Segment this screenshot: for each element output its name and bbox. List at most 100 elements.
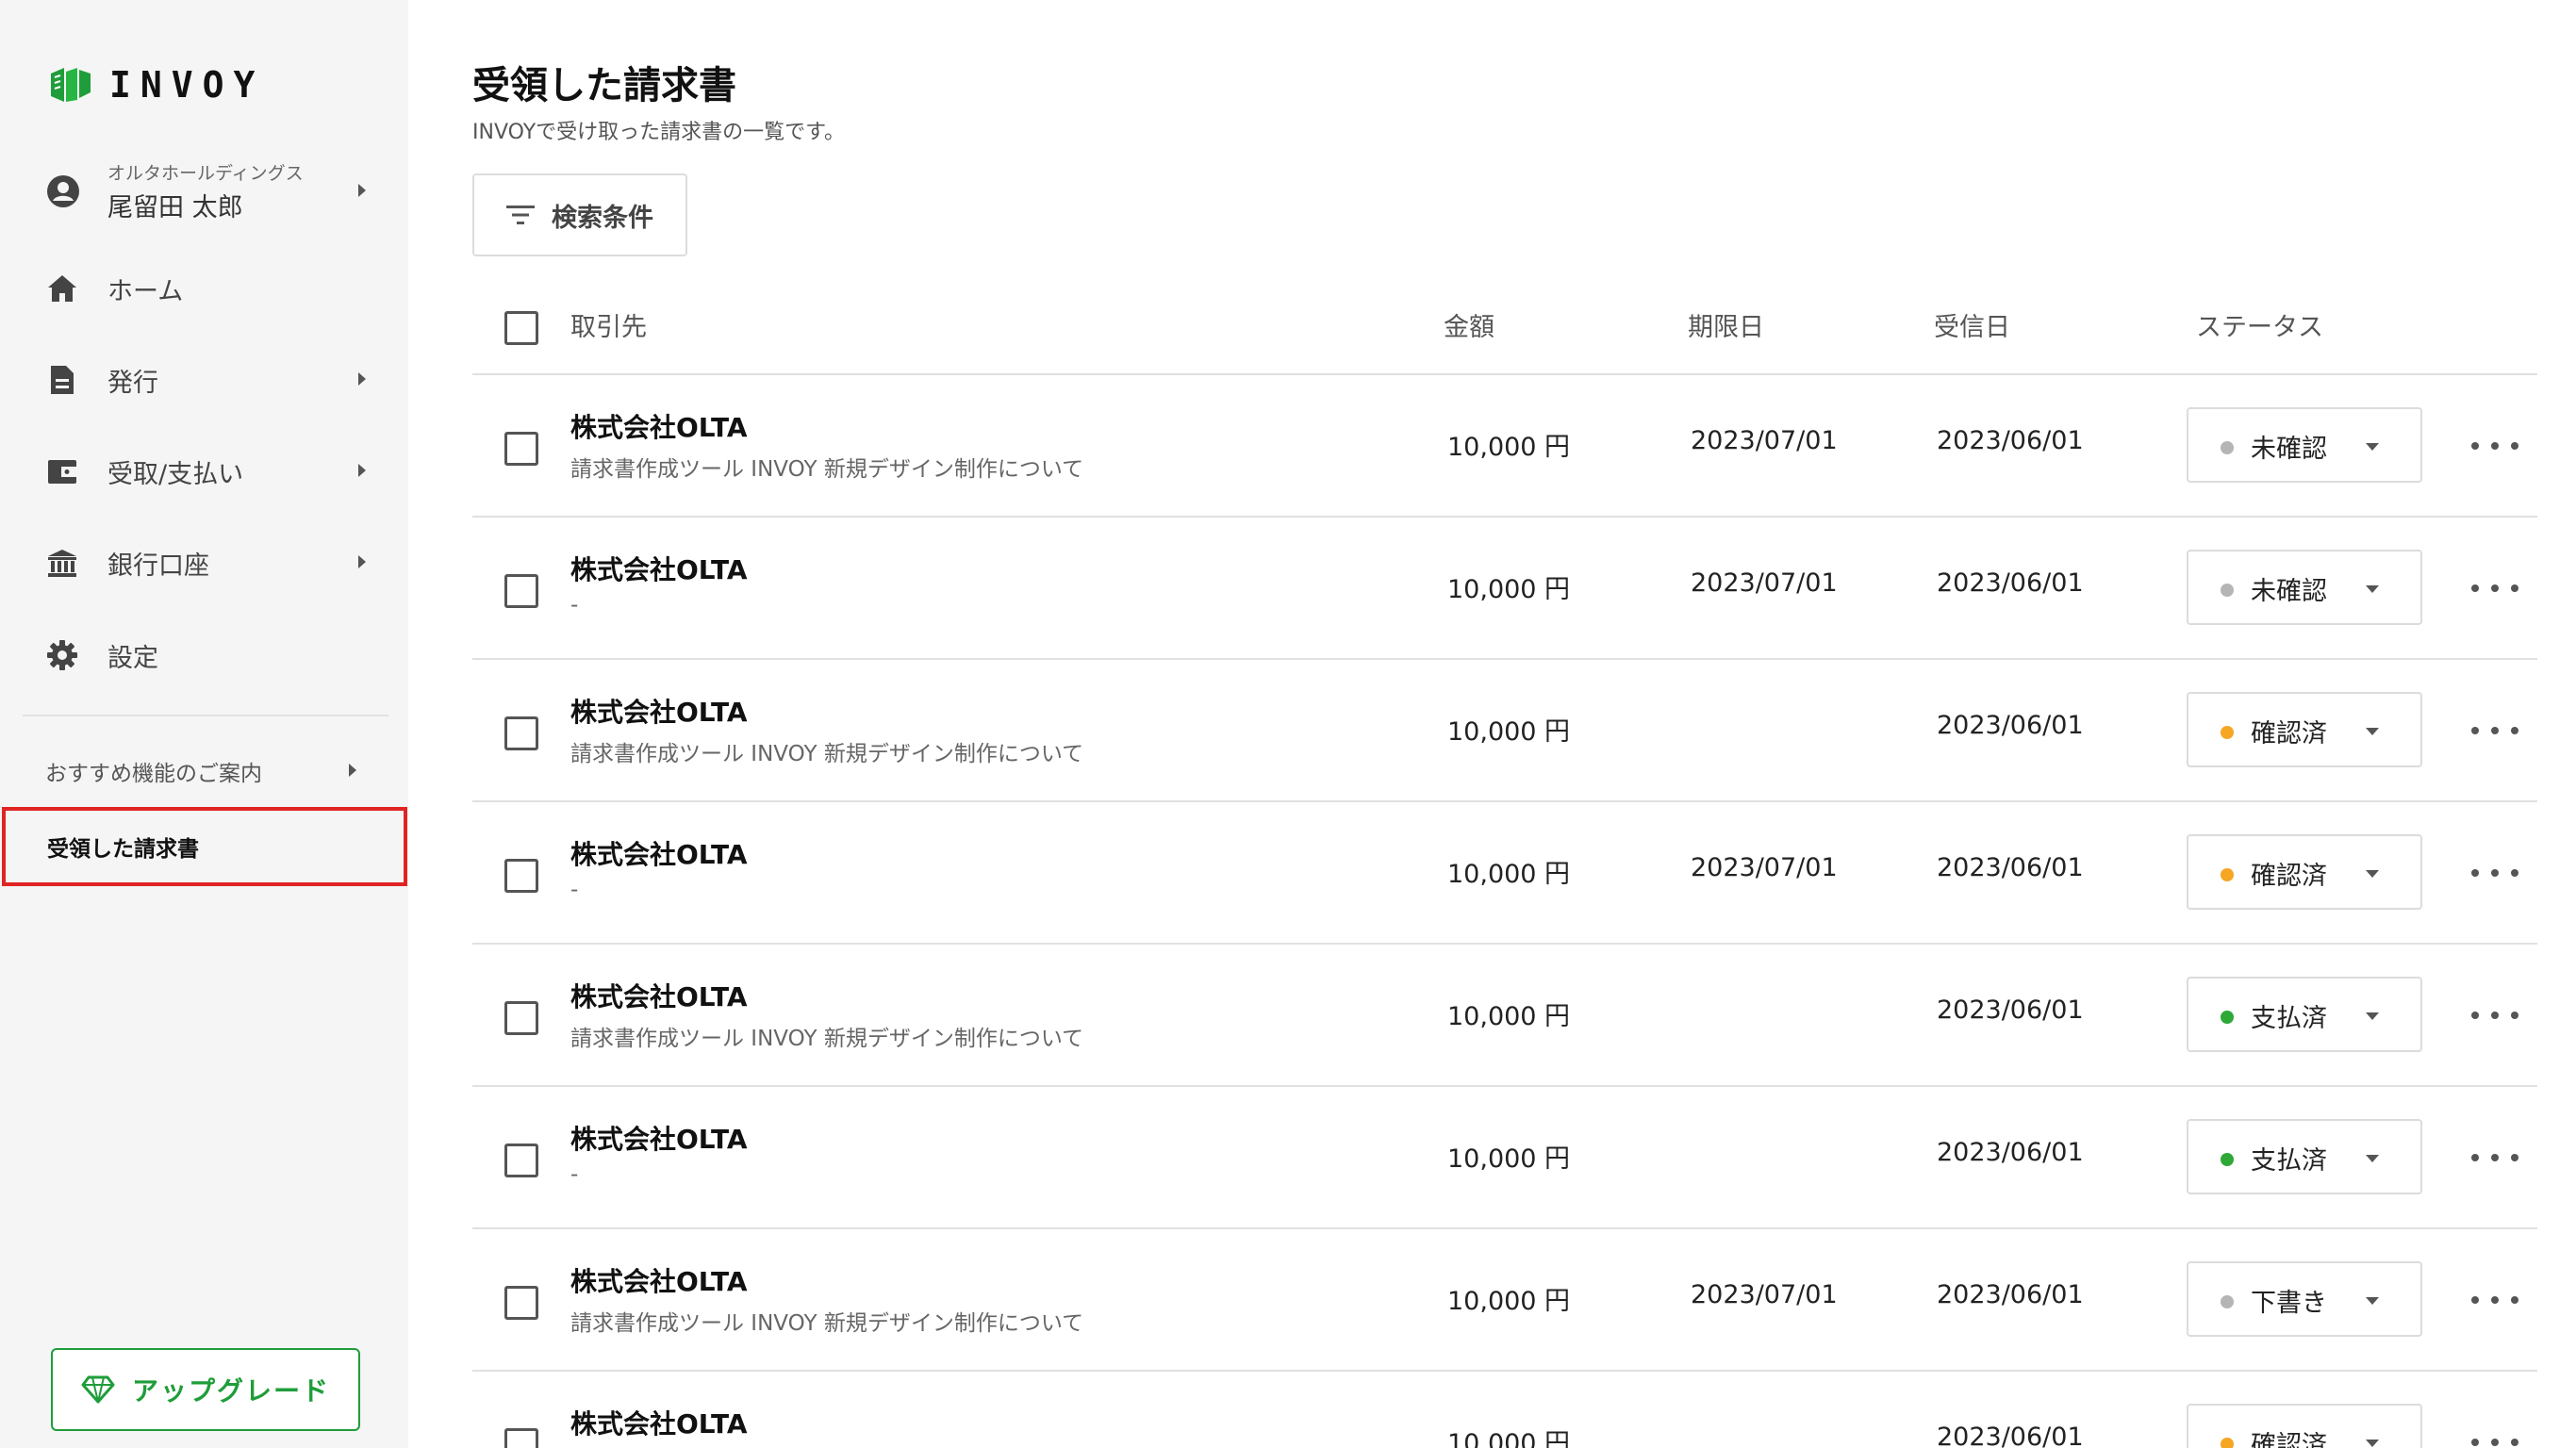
sidebar-divider	[23, 715, 388, 716]
row-checkbox[interactable]	[504, 1428, 538, 1448]
sidebar-item-received-invoices[interactable]: 受領した請求書	[2, 807, 407, 886]
status-label: 確認済	[2251, 862, 2327, 891]
received-date: 2023/06/01	[1937, 996, 2084, 1025]
vendor-name: 株式会社OLTA	[570, 697, 748, 728]
account-switcher[interactable]: オルタホールディングス 尾留田 太郎	[45, 158, 366, 224]
vendor-name: 株式会社OLTA	[570, 1266, 748, 1297]
invoice-description: 請求書作成ツール INVOY 新規デザイン制作について	[570, 457, 1084, 482]
table-row[interactable]: 株式会社OLTA - 10,000 円 2023/06/01 支払済	[472, 1087, 2537, 1229]
row-checkbox[interactable]	[504, 716, 538, 750]
vendor-name: 株式会社OLTA	[570, 554, 748, 585]
amount: 10,000 円	[1447, 1429, 1571, 1448]
more-actions-icon[interactable]	[2471, 1286, 2518, 1314]
filter-label: 検索条件	[552, 203, 653, 233]
chevron-down-icon	[2366, 443, 2379, 451]
upgrade-button[interactable]: アップグレード	[51, 1348, 360, 1431]
status-dropdown[interactable]: 確認済	[2187, 834, 2422, 910]
more-actions-icon[interactable]	[2471, 432, 2518, 460]
row-checkbox[interactable]	[504, 432, 538, 466]
table-row[interactable]: 株式会社OLTA - 10,000 円 2023/07/01 2023/06/0…	[472, 802, 2537, 945]
invoice-description: 請求書作成ツール INVOY 新規デザイン制作について	[570, 742, 1084, 766]
vendor-name: 株式会社OLTA	[570, 1408, 748, 1440]
filter-icon	[506, 206, 535, 224]
home-icon	[45, 272, 79, 305]
more-actions-icon[interactable]	[2471, 716, 2518, 745]
page-subtitle: INVOYで受け取った請求書の一覧です。	[472, 121, 845, 144]
status-dot	[2221, 1295, 2234, 1308]
status-dropdown[interactable]: 未確認	[2187, 550, 2422, 625]
chevron-down-icon	[2366, 728, 2379, 735]
vendor-name: 株式会社OLTA	[570, 981, 748, 1012]
invoice-description: -	[570, 593, 579, 617]
row-checkbox[interactable]	[504, 1144, 538, 1177]
table-row[interactable]: 株式会社OLTA 10,000 円 2023/06/01 確認済	[472, 1372, 2537, 1448]
status-dropdown[interactable]: 確認済	[2187, 1404, 2422, 1448]
due-date: 2023/07/01	[1691, 1280, 1838, 1309]
sidebar-item-label: 銀行口座	[107, 551, 209, 581]
column-header-amount[interactable]: 金額	[1444, 283, 1494, 373]
status-dropdown[interactable]: 確認済	[2187, 692, 2422, 767]
amount: 10,000 円	[1447, 575, 1571, 604]
document-icon	[45, 363, 79, 397]
due-date: 2023/07/01	[1691, 426, 1838, 455]
status-dropdown[interactable]: 支払済	[2187, 977, 2422, 1052]
sidebar-item-settings[interactable]: 設定	[45, 627, 366, 683]
upgrade-label: アップグレード	[131, 1375, 330, 1407]
invoice-description: 請求書作成ツール INVOY 新規デザイン制作について	[570, 1311, 1084, 1336]
table-row[interactable]: 株式会社OLTA 請求書作成ツール INVOY 新規デザイン制作について 10,…	[472, 1229, 2537, 1372]
row-checkbox[interactable]	[504, 1001, 538, 1035]
table-row[interactable]: 株式会社OLTA 請求書作成ツール INVOY 新規デザイン制作について 10,…	[472, 375, 2537, 518]
invoice-description: -	[570, 878, 579, 902]
status-dot	[2221, 1153, 2234, 1166]
sidebar-item-issue[interactable]: 発行	[45, 352, 366, 408]
status-dot	[2221, 584, 2234, 597]
column-header-status[interactable]: ステータス	[2196, 283, 2323, 373]
vendor-name: 株式会社OLTA	[570, 1124, 748, 1155]
more-actions-icon[interactable]	[2471, 574, 2518, 602]
chevron-down-icon	[2366, 1155, 2379, 1162]
table-row[interactable]: 株式会社OLTA 請求書作成ツール INVOY 新規デザイン制作について 10,…	[472, 660, 2537, 802]
invoice-table: 取引先 金額 期限日 受信日 ステータス 株式会社OLTA 請求書作成ツール I…	[472, 283, 2537, 1448]
filter-button[interactable]: 検索条件	[472, 173, 687, 256]
account-user: 尾留田 太郎	[107, 193, 243, 222]
table-row[interactable]: 株式会社OLTA 請求書作成ツール INVOY 新規デザイン制作について 10,…	[472, 945, 2537, 1087]
status-dropdown[interactable]: 支払済	[2187, 1119, 2422, 1194]
received-date: 2023/06/01	[1937, 426, 2084, 455]
table-body: 株式会社OLTA 請求書作成ツール INVOY 新規デザイン制作について 10,…	[472, 375, 2537, 1448]
chevron-down-icon	[2366, 1440, 2379, 1447]
status-dropdown[interactable]: 下書き	[2187, 1261, 2422, 1337]
more-actions-icon[interactable]	[2471, 1001, 2518, 1029]
invoy-logo-icon	[51, 68, 91, 102]
sidebar-item-home[interactable]: ホーム	[45, 260, 366, 317]
table-row[interactable]: 株式会社OLTA - 10,000 円 2023/07/01 2023/06/0…	[472, 518, 2537, 660]
chevron-right-icon	[358, 372, 366, 386]
more-actions-icon[interactable]	[2471, 1428, 2518, 1448]
row-checkbox[interactable]	[504, 574, 538, 608]
sidebar-item-bank[interactable]: 銀行口座	[45, 535, 366, 591]
more-actions-icon[interactable]	[2471, 859, 2518, 887]
received-date: 2023/06/01	[1937, 1280, 2084, 1309]
row-checkbox[interactable]	[504, 1286, 538, 1320]
column-header-due[interactable]: 期限日	[1688, 283, 1764, 373]
column-header-received[interactable]: 受信日	[1934, 283, 2010, 373]
brand-logo[interactable]: INVOY	[49, 64, 264, 106]
received-date: 2023/06/01	[1937, 568, 2084, 598]
row-checkbox[interactable]	[504, 859, 538, 893]
sidebar-item-label: 設定	[107, 643, 158, 673]
status-label: 確認済	[2251, 1431, 2327, 1448]
received-date: 2023/06/01	[1937, 1423, 2084, 1448]
select-all-checkbox[interactable]	[504, 311, 538, 345]
received-date: 2023/06/01	[1937, 1138, 2084, 1167]
sidebar-item-recommend[interactable]: おすすめ機能のご案内	[45, 750, 356, 792]
due-date: 2023/07/01	[1691, 568, 1838, 598]
sidebar-item-receive-pay[interactable]: 受取/支払い	[45, 443, 366, 500]
main-content: 受領した請求書 INVOYで受け取った請求書の一覧です。 検索条件 取引先 金額…	[408, 0, 2576, 1448]
invoice-description: -	[570, 1162, 579, 1187]
gear-icon	[45, 638, 79, 672]
more-actions-icon[interactable]	[2471, 1144, 2518, 1172]
chevron-right-icon	[358, 555, 366, 568]
sidebar-item-label: 受領した請求書	[47, 837, 199, 862]
status-dropdown[interactable]: 未確認	[2187, 407, 2422, 483]
chevron-down-icon	[2366, 870, 2379, 878]
column-header-vendor[interactable]: 取引先	[570, 283, 647, 373]
